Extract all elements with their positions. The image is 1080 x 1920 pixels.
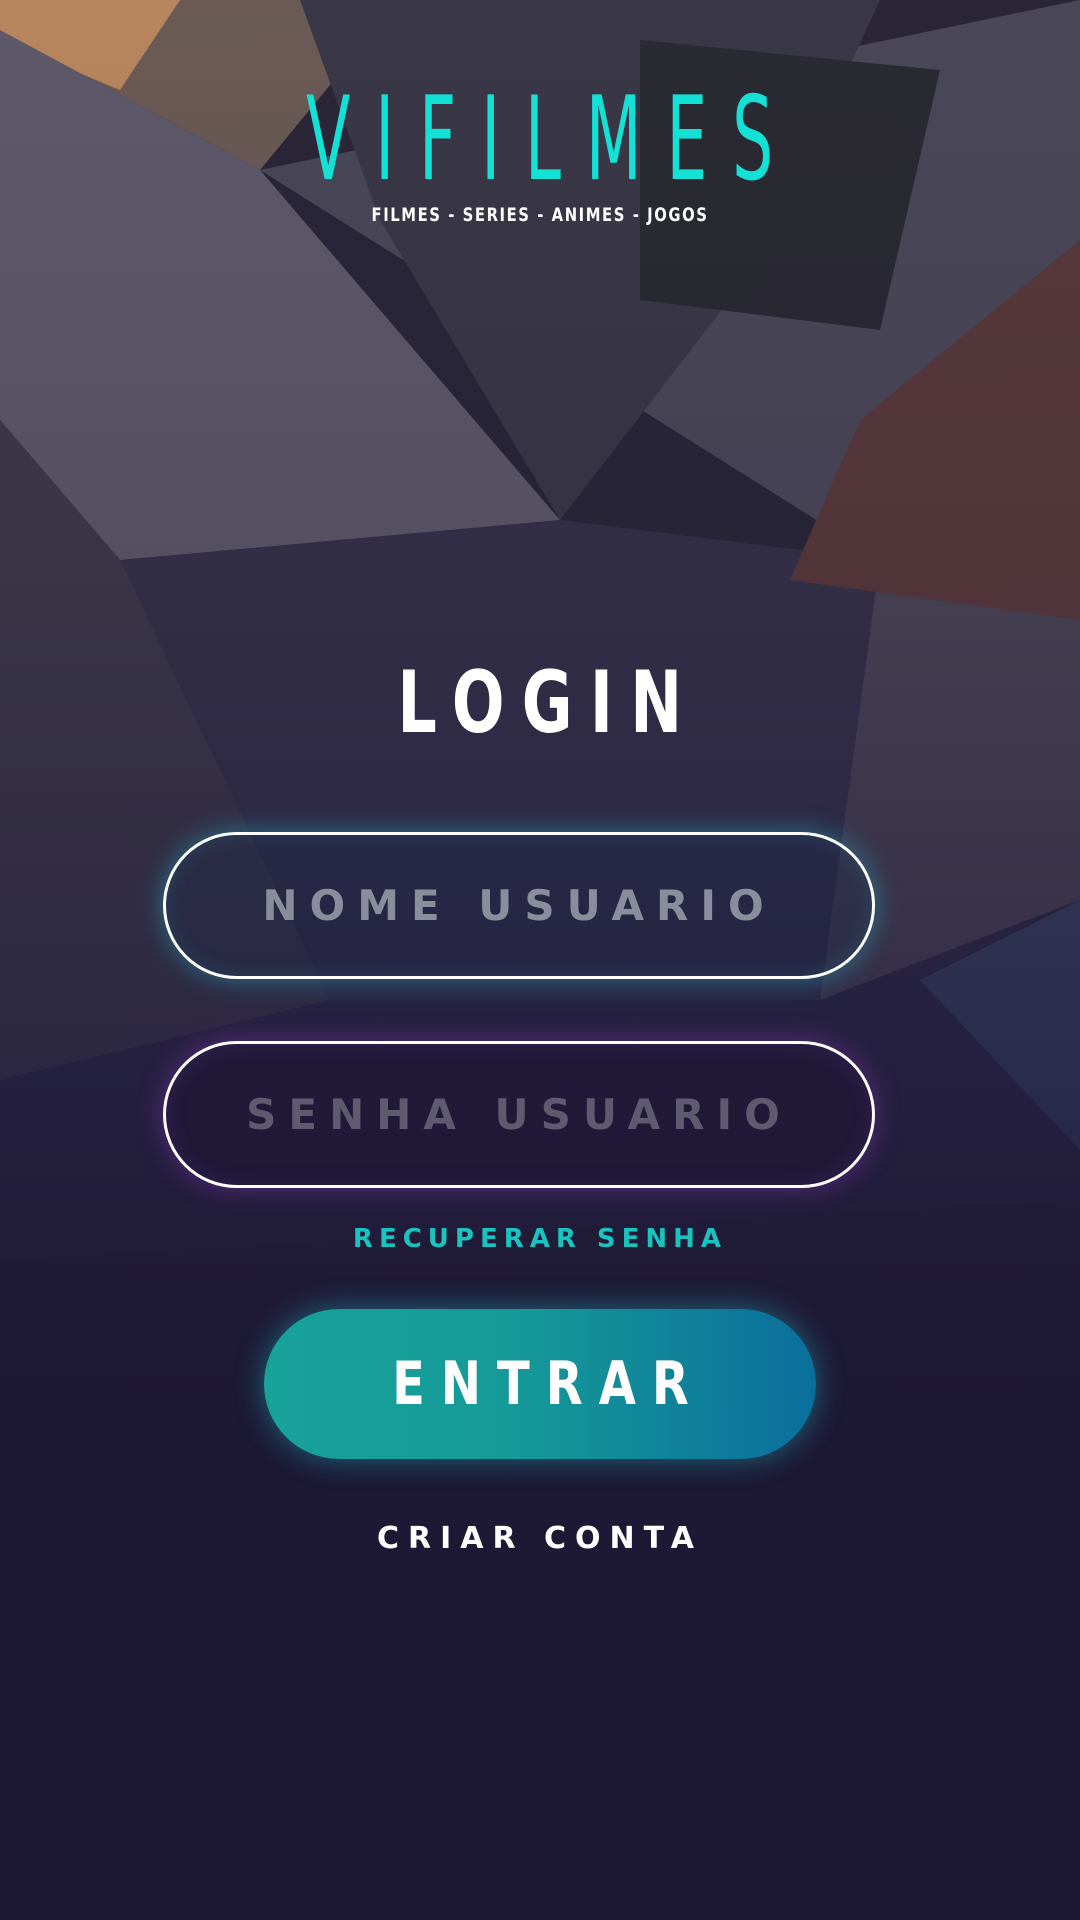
login-heading: LOGIN [0,660,1080,746]
enter-button-label: ENTRAR [391,1349,705,1419]
username-field[interactable] [163,832,875,979]
create-account-link[interactable]: CRIAR CONTA [0,1521,1080,1556]
recover-password-link[interactable]: RECUPERAR SENHA [0,1224,1080,1254]
password-input[interactable] [166,1043,872,1186]
login-heading-text: LOGIN [397,653,700,753]
enter-button[interactable]: ENTRAR [264,1309,816,1459]
brand-logo-title: VIFILMES [306,72,799,207]
brand-header: VIFILMES FILMES - SERIES - ANIMES - JOGO… [0,72,1080,227]
password-field[interactable] [163,1041,875,1188]
brand-subtitle: FILMES - SERIES - ANIMES - JOGOS [371,204,709,226]
username-input[interactable] [166,834,872,977]
